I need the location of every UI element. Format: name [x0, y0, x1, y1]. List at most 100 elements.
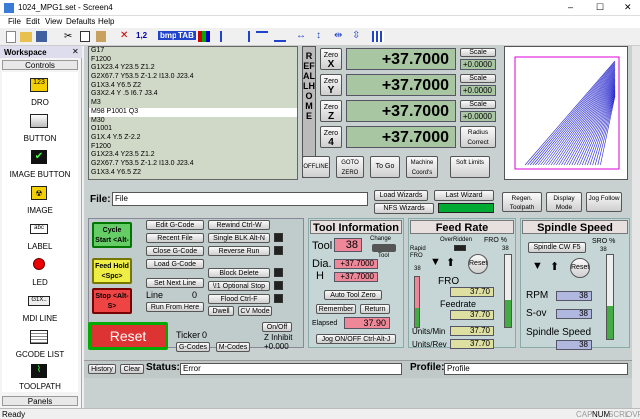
height-icon[interactable]: ↕	[316, 30, 321, 41]
mdi-line-item[interactable]: G1X.. MDI LINE	[2, 292, 78, 326]
menu-view[interactable]: View	[45, 17, 62, 26]
width-icon[interactable]: ↔	[296, 30, 306, 41]
gcode-line[interactable]: M98 P1001 Q3	[89, 107, 297, 117]
space-v-icon[interactable]: ⇳	[352, 30, 360, 41]
align-right-icon[interactable]	[238, 31, 250, 42]
nfs-wizards-button[interactable]: NFS Wizards	[374, 203, 434, 214]
dro-value-Y[interactable]: +37.7000	[346, 74, 456, 96]
image-item[interactable]: ☢ IMAGE	[2, 184, 78, 218]
gcode-line[interactable]: F1200	[89, 56, 297, 65]
menu-file[interactable]: File	[8, 17, 21, 26]
sro-up-icon[interactable]: ⬆	[550, 260, 559, 273]
remember-button[interactable]: Remember	[316, 304, 356, 314]
reset-button[interactable]: Reset	[88, 322, 168, 350]
sro-reset-button[interactable]: Reset	[570, 258, 590, 278]
scale-Y-button[interactable]: Scale	[460, 74, 496, 83]
last-wizard-button[interactable]: Last Wizard	[434, 190, 494, 201]
gcodes-button[interactable]: G-Codes	[176, 342, 210, 352]
mcodes-button[interactable]: M-Codes	[216, 342, 250, 352]
soft-limits-button[interactable]: Soft Limits	[450, 156, 490, 178]
gcode-line[interactable]: G1X3.4 Y6.5 Z2	[89, 169, 297, 178]
machine-coords-button[interactable]: Machine Coord's	[406, 156, 438, 178]
optional-stop-button[interactable]: \!1 Optional Stop	[208, 281, 270, 291]
maximize-button[interactable]: ☐	[596, 2, 604, 13]
goto-zero-button[interactable]: GOTO ZERO	[336, 156, 364, 178]
controls-tab[interactable]: Controls	[2, 60, 78, 70]
scale-Z-button[interactable]: Scale	[460, 100, 496, 109]
toolpath-item[interactable]: ⌇ TOOLPATH	[2, 364, 78, 392]
gcode-line[interactable]: M30	[89, 117, 297, 126]
toolpath-display[interactable]	[504, 46, 628, 180]
history-button[interactable]: History	[88, 364, 116, 374]
offline-button[interactable]: OFFLINE	[302, 156, 330, 178]
vertical-scrollbar[interactable]	[632, 46, 640, 408]
delete-icon[interactable]: ✕	[120, 30, 128, 41]
zero-axis-4-button[interactable]: Zero 4	[320, 126, 342, 148]
load-wizards-button[interactable]: Load Wizards	[374, 190, 428, 201]
gcode-line[interactable]: G1X3.4 Y6.5 Z2	[89, 82, 297, 91]
grid-icon[interactable]	[372, 31, 384, 42]
z-inhibit-onoff-button[interactable]: On/Off	[262, 322, 292, 332]
paste-icon[interactable]	[96, 31, 106, 42]
gcode-line[interactable]: F1200	[89, 143, 297, 152]
regen-toolpath-button[interactable]: Regen. Toolpath	[502, 192, 542, 212]
radius-correct-button[interactable]: Radius Correct	[460, 126, 496, 148]
gcode-line[interactable]: G17	[89, 47, 297, 56]
jog-onoff-button[interactable]: Jog ON/OFF Ctrl-Alt-J	[316, 334, 396, 344]
scale-X-button[interactable]: Scale	[460, 48, 496, 57]
menu-edit[interactable]: Edit	[26, 17, 40, 26]
jog-follow-button[interactable]: Jog Follow	[586, 192, 622, 212]
recent-file-button[interactable]: Recent File	[146, 233, 204, 243]
clear-button[interactable]: Clear	[120, 364, 144, 374]
fro-reset-button[interactable]: Reset	[468, 254, 488, 274]
numbering-icon[interactable]: 1,2	[136, 31, 147, 40]
display-mode-button[interactable]: Display Mode	[546, 192, 582, 212]
open-icon[interactable]	[20, 32, 32, 42]
label-item[interactable]: abc LABEL	[2, 220, 78, 254]
tab-icon[interactable]: TAB	[176, 31, 196, 40]
new-icon[interactable]	[6, 31, 16, 43]
gcode-listing[interactable]: G17 F1200 G1X23.4 Y23.5 Z1.2 G2X67.7 Y53.5 …	[88, 46, 298, 180]
stop-button[interactable]: Stop <Alt-S>	[92, 288, 132, 314]
return-button[interactable]: Return	[360, 304, 390, 314]
gcode-line[interactable]: G2X67.7 Y53.5 Z-1.2 I13.0 J23.4	[89, 160, 297, 169]
gcode-line[interactable]: G3X2.4 Y .5 I6.7 J3.4	[89, 90, 297, 99]
menu-help[interactable]: Help	[98, 17, 114, 26]
copy-icon[interactable]	[80, 31, 90, 42]
gcode-line[interactable]: G1X.4 Y.5 Z-2.2	[89, 134, 297, 143]
minimize-button[interactable]: –	[568, 2, 573, 12]
dwell-button[interactable]: Dwell	[208, 306, 234, 316]
zero-axis-Y-button[interactable]: Zero Y	[320, 74, 342, 96]
space-h-icon[interactable]: ⇹	[334, 30, 342, 41]
load-gcode-button[interactable]: Load G-Code	[146, 259, 204, 269]
fro-down-icon[interactable]: ▼	[430, 256, 441, 268]
bars-icon[interactable]	[198, 31, 210, 42]
rewind-button[interactable]: Rewind Ctrl-W	[208, 220, 270, 230]
close-gcode-button[interactable]: Close G-Code	[146, 246, 204, 256]
cv-mode-button[interactable]: CV Mode	[238, 306, 272, 316]
image-button-item[interactable]: ✔ IMAGE BUTTON	[2, 148, 78, 182]
gcode-list-item[interactable]: GCODE LIST	[2, 328, 78, 362]
feed-hold-button[interactable]: Feed Hold <Spc>	[92, 258, 132, 284]
align-top-icon[interactable]	[256, 31, 268, 42]
change-tool-button[interactable]	[372, 244, 396, 252]
zero-axis-Z-button[interactable]: Zero Z	[320, 100, 342, 122]
cycle-start-button[interactable]: Cycle Start <Alt-R>	[92, 222, 132, 248]
menu-defaults[interactable]: Defaults	[66, 17, 95, 26]
sro-down-icon[interactable]: ▼	[532, 260, 543, 272]
gcode-line[interactable]: G2X67.7 Y53.5 Z-1.2 I13.0 J23.4	[89, 73, 297, 82]
save-icon[interactable]	[36, 31, 47, 42]
gcode-line[interactable]: G1X23.4 Y23.5 Z1.2	[89, 151, 297, 160]
reverse-run-button[interactable]: Reverse Run	[208, 246, 270, 256]
workspace-close-button[interactable]: ✕	[72, 47, 79, 56]
dro-value-Z[interactable]: +37.7000	[346, 100, 456, 122]
fro-up-icon[interactable]: ⬆	[446, 256, 455, 269]
flood-button[interactable]: Flood Ctrl-F	[208, 294, 270, 304]
led-item[interactable]: LED	[2, 256, 78, 290]
dro-value-4[interactable]: +37.7000	[346, 126, 456, 148]
dro-item[interactable]: 123 DRO	[2, 76, 78, 110]
run-from-here-button[interactable]: Run From Here	[146, 302, 204, 312]
block-delete-button[interactable]: Block Delete	[208, 268, 270, 278]
align-left-icon[interactable]	[220, 31, 232, 42]
align-bottom-icon[interactable]	[274, 31, 286, 42]
